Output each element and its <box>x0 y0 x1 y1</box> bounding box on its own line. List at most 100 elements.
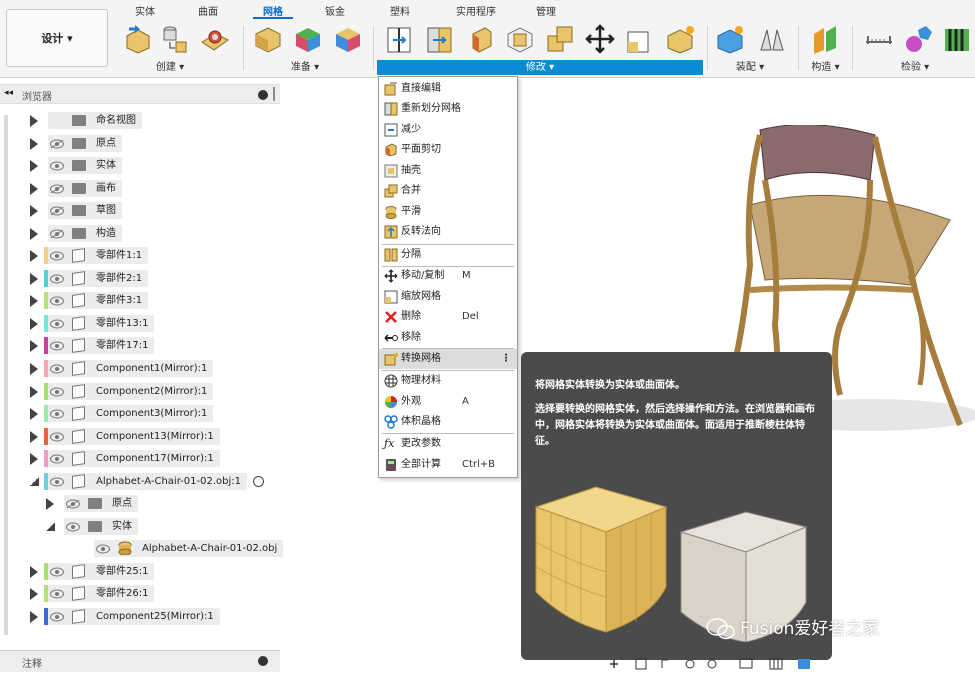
insert-mesh-icon[interactable] <box>123 24 153 54</box>
browser-node[interactable]: 构造 <box>0 223 280 245</box>
browser-node[interactable]: 零部件26:1 <box>0 583 280 605</box>
expand-arrow-icon[interactable] <box>46 498 54 510</box>
hidden-eye-icon[interactable] <box>50 229 64 239</box>
expand-arrow-icon[interactable] <box>30 363 38 375</box>
menu-compute-all[interactable]: 全部计算 Ctrl+B <box>379 455 517 475</box>
shell-icon[interactable] <box>505 24 535 54</box>
expand-arrow-icon[interactable] <box>30 250 38 262</box>
menu-direct-edit[interactable]: 直接编辑 <box>379 79 517 99</box>
visibility-eye-icon[interactable] <box>50 387 64 397</box>
visibility-eye-icon[interactable] <box>50 567 64 577</box>
visibility-eye-icon[interactable] <box>50 341 64 351</box>
browser-node[interactable]: Component17(Mirror):1 <box>0 448 280 470</box>
expand-arrow-icon[interactable] <box>30 115 38 127</box>
menu-move-copy[interactable]: 移动/复制 M <box>379 266 517 286</box>
create-face-group-icon[interactable] <box>200 24 230 54</box>
tab-surface[interactable]: 曲面 <box>197 3 219 19</box>
repair-icon[interactable] <box>253 24 283 54</box>
combine-face-groups-icon[interactable] <box>333 24 363 54</box>
tab-mesh[interactable]: 网格 <box>253 3 293 19</box>
browser-node[interactable]: 零部件13:1 <box>0 313 280 335</box>
menu-combine[interactable]: 合并 <box>379 181 517 201</box>
menu-smooth[interactable]: 平滑 <box>379 202 517 222</box>
add-note-icon[interactable] <box>258 656 268 666</box>
menu-remesh[interactable]: 重新划分网格 <box>379 99 517 119</box>
expand-arrow-icon[interactable] <box>30 431 38 443</box>
browser-node[interactable]: 零部件3:1 <box>0 290 280 312</box>
browser-node[interactable]: Component13(Mirror):1 <box>0 426 280 448</box>
menu-reduce[interactable]: 减少 <box>379 120 517 140</box>
browser-node[interactable]: Alphabet-A-Chair-01-02.obj:1 <box>0 471 280 493</box>
convert-mesh-icon[interactable] <box>665 24 695 54</box>
zebra-analysis-icon[interactable] <box>942 24 972 54</box>
menu-shell[interactable]: 抽壳 <box>379 161 517 181</box>
browser-node[interactable]: 实体 <box>0 516 280 538</box>
scale-mesh-icon[interactable] <box>625 24 655 54</box>
browser-node[interactable]: Alphabet-A-Chair-01-02.obj <box>0 538 283 560</box>
plane-cut-icon[interactable] <box>385 24 415 54</box>
tab-utilities[interactable]: 实用程序 <box>454 3 498 19</box>
expand-arrow-icon[interactable] <box>30 386 38 398</box>
expand-arrow-icon[interactable] <box>30 611 38 623</box>
expand-arrow-icon[interactable] <box>30 228 38 240</box>
menu-appearance[interactable]: 外观 A <box>379 392 517 412</box>
menu-physical-material[interactable]: 物理材料 <box>379 371 517 391</box>
expand-arrow-icon[interactable] <box>30 295 38 307</box>
offset-plane-icon[interactable] <box>810 24 840 54</box>
visibility-eye-icon[interactable] <box>50 296 64 306</box>
visibility-eye-icon[interactable] <box>50 589 64 599</box>
tab-sheetmetal[interactable]: 钣金 <box>324 3 346 19</box>
menu-convert-mesh[interactable]: 转换网格 ⋮ <box>379 349 517 369</box>
collapse-panel-icon[interactable]: ◂◂ <box>4 88 13 98</box>
browser-menu-icon[interactable] <box>258 90 268 100</box>
expand-arrow-icon[interactable] <box>30 453 38 465</box>
tab-plastic[interactable]: 塑料 <box>389 3 411 19</box>
expand-arrow-icon[interactable] <box>30 273 38 285</box>
activate-component-radio[interactable] <box>253 476 264 487</box>
joint-icon[interactable] <box>757 24 787 54</box>
visibility-eye-icon[interactable] <box>50 432 64 442</box>
expand-arrow-icon[interactable] <box>30 588 38 600</box>
visibility-eye-icon[interactable] <box>50 454 64 464</box>
browser-node[interactable]: Component3(Mirror):1 <box>0 403 280 425</box>
browser-node[interactable]: 实体 <box>0 155 280 177</box>
visibility-eye-icon[interactable] <box>96 544 110 554</box>
tessellate-icon[interactable] <box>160 24 190 54</box>
menu-change-parameters[interactable]: ƒx 更改参数 <box>379 434 517 454</box>
browser-node[interactable]: Component1(Mirror):1 <box>0 358 280 380</box>
interference-icon[interactable] <box>904 24 934 54</box>
expand-arrow-icon[interactable] <box>30 160 38 172</box>
visibility-eye-icon[interactable] <box>50 161 64 171</box>
tab-manage[interactable]: 管理 <box>535 3 557 19</box>
move-copy-icon[interactable] <box>585 24 615 54</box>
browser-node[interactable]: 零部件2:1 <box>0 268 280 290</box>
collapse-arrow-icon[interactable] <box>46 522 55 531</box>
expand-arrow-icon[interactable] <box>30 205 38 217</box>
visibility-eye-icon[interactable] <box>50 364 64 374</box>
browser-node[interactable]: 原点 <box>0 133 280 155</box>
collapse-arrow-icon[interactable] <box>30 477 39 486</box>
visibility-eye-icon[interactable] <box>66 522 80 532</box>
browser-node[interactable]: 零部件17:1 <box>0 335 280 357</box>
group-modify[interactable]: 修改 ▾ <box>377 60 703 75</box>
menu-scale-mesh[interactable]: 缩放网格 <box>379 287 517 307</box>
menu-separate[interactable]: 分隔 <box>379 245 517 265</box>
measure-icon[interactable] <box>864 24 894 54</box>
expand-arrow-icon[interactable] <box>30 340 38 352</box>
hidden-eye-icon[interactable] <box>50 139 64 149</box>
panel-resize-handle[interactable] <box>273 87 275 101</box>
browser-node[interactable]: Component25(Mirror):1 <box>0 606 280 628</box>
visibility-eye-icon[interactable] <box>50 477 64 487</box>
browser-node[interactable]: 零部件25:1 <box>0 561 280 583</box>
expand-arrow-icon[interactable] <box>30 408 38 420</box>
group-assemble[interactable]: 装配 ▾ <box>730 60 770 75</box>
hidden-eye-icon[interactable] <box>50 184 64 194</box>
browser-node[interactable]: 零部件1:1 <box>0 245 280 267</box>
expand-arrow-icon[interactable] <box>30 566 38 578</box>
group-create[interactable]: 创建 ▾ <box>140 60 200 75</box>
browser-node[interactable]: 草图 <box>0 200 280 222</box>
browser-node[interactable]: 命名视图 <box>0 110 280 132</box>
expand-arrow-icon[interactable] <box>30 318 38 330</box>
browser-node[interactable]: 画布 <box>0 178 280 200</box>
menu-reverse-normal[interactable]: 反转法向 <box>379 222 517 242</box>
